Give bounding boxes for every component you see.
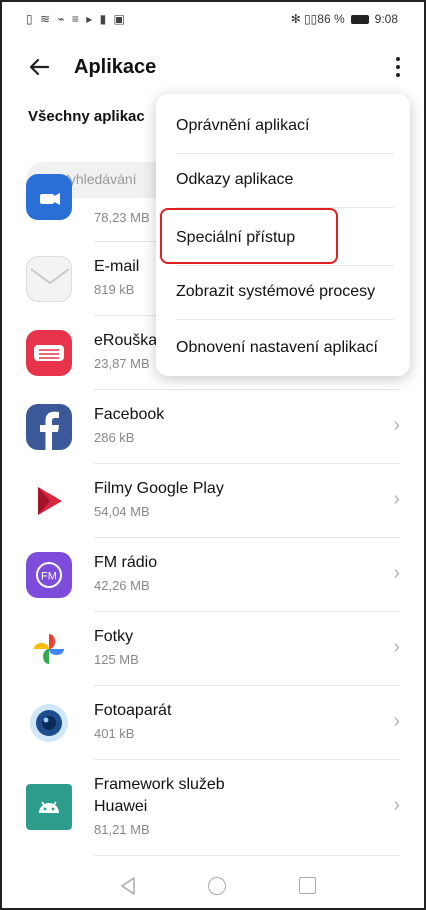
app-size: 42,26 MB: [94, 578, 150, 593]
chevron-right-icon: ›: [393, 794, 400, 816]
app-icon: [26, 174, 72, 220]
navigation-bar: [2, 862, 424, 908]
app-name-line2: Huawei: [94, 798, 148, 815]
section-title: Všechny aplikac: [28, 108, 145, 125]
page-title: Aplikace: [74, 56, 157, 78]
app-size: 54,04 MB: [94, 504, 150, 519]
status-icons: ▯ ≋ ⌁ ≡ ▸ ▮ ▣: [26, 12, 127, 26]
app-name: Fotoaparát: [94, 702, 172, 719]
list-item[interactable]: Fotoaparát 401 kB ›: [2, 686, 424, 760]
app-size: 401 kB: [94, 726, 135, 741]
highlight-box: [160, 208, 338, 264]
app-name: Fotky: [94, 628, 134, 645]
status-indicators: ✻ ▯▯86 %: [290, 12, 345, 26]
status-right: ✻ ▯▯86 % 9:08: [291, 12, 398, 26]
chevron-right-icon: ›: [393, 414, 400, 436]
nav-recents-icon[interactable]: [299, 877, 316, 894]
menu-item-app-permissions[interactable]: Oprávnění aplikací: [156, 98, 410, 154]
list-item[interactable]: Filmy Google Play 54,04 MB ›: [2, 464, 424, 538]
phone-screen: ▯ ≋ ⌁ ≡ ▸ ▮ ▣ ✻ ▯▯86 % 9:08 Aplikace Vše…: [0, 0, 426, 910]
list-item[interactable]: FM FM rádio 42,26 MB ›: [2, 538, 424, 612]
chevron-right-icon: ›: [393, 488, 400, 510]
app-size: 125 MB: [94, 652, 139, 667]
erouska-app-icon: [26, 330, 72, 376]
menu-item-show-system-processes[interactable]: Zobrazit systémové procesy: [156, 264, 410, 320]
app-name: eRouška: [94, 332, 158, 349]
nav-home-icon[interactable]: [208, 877, 226, 895]
fm-radio-app-icon: FM: [26, 552, 72, 598]
app-size: 23,87 MB: [94, 356, 150, 371]
app-bar: Aplikace: [2, 46, 424, 92]
app-size: 286 kB: [94, 430, 135, 445]
app-size: 819 kB: [94, 282, 135, 297]
app-name: Facebook: [94, 406, 165, 423]
app-name: E-mail: [94, 258, 140, 275]
app-name: FM rádio: [94, 554, 158, 571]
email-app-icon: [26, 256, 72, 302]
list-item[interactable]: Facebook 286 kB ›: [2, 390, 424, 464]
camera-app-icon: [26, 700, 72, 746]
google-photos-icon: [26, 626, 72, 672]
app-name: Framework služeb: [94, 776, 225, 793]
chevron-right-icon: ›: [393, 636, 400, 658]
divider: [94, 855, 400, 856]
svg-text:FM: FM: [41, 571, 57, 583]
status-time: 9:08: [374, 12, 398, 26]
menu-item-app-links[interactable]: Odkazy aplikace: [156, 152, 410, 208]
chevron-right-icon: ›: [393, 562, 400, 584]
app-name: Filmy Google Play: [94, 480, 224, 497]
nav-back-icon[interactable]: [119, 876, 137, 896]
menu-item-reset-app-preferences[interactable]: Obnovení nastavení aplikací: [156, 320, 410, 376]
list-item[interactable]: Fotky 125 MB ›: [2, 612, 424, 686]
app-size: 81,21 MB: [94, 822, 150, 837]
status-bar: ▯ ≋ ⌁ ≡ ▸ ▮ ▣ ✻ ▯▯86 % 9:08: [2, 2, 424, 38]
facebook-app-icon: [26, 404, 72, 450]
app-size: 78,23 MB: [94, 210, 150, 225]
android-app-icon: [26, 784, 72, 830]
back-arrow-icon[interactable]: [24, 52, 54, 82]
more-options-icon[interactable]: [388, 52, 408, 82]
google-play-movies-icon: [26, 478, 72, 524]
battery-icon: [350, 14, 369, 24]
list-item[interactable]: Framework služeb Huawei 81,21 MB ›: [2, 760, 424, 856]
chevron-right-icon: ›: [393, 710, 400, 732]
